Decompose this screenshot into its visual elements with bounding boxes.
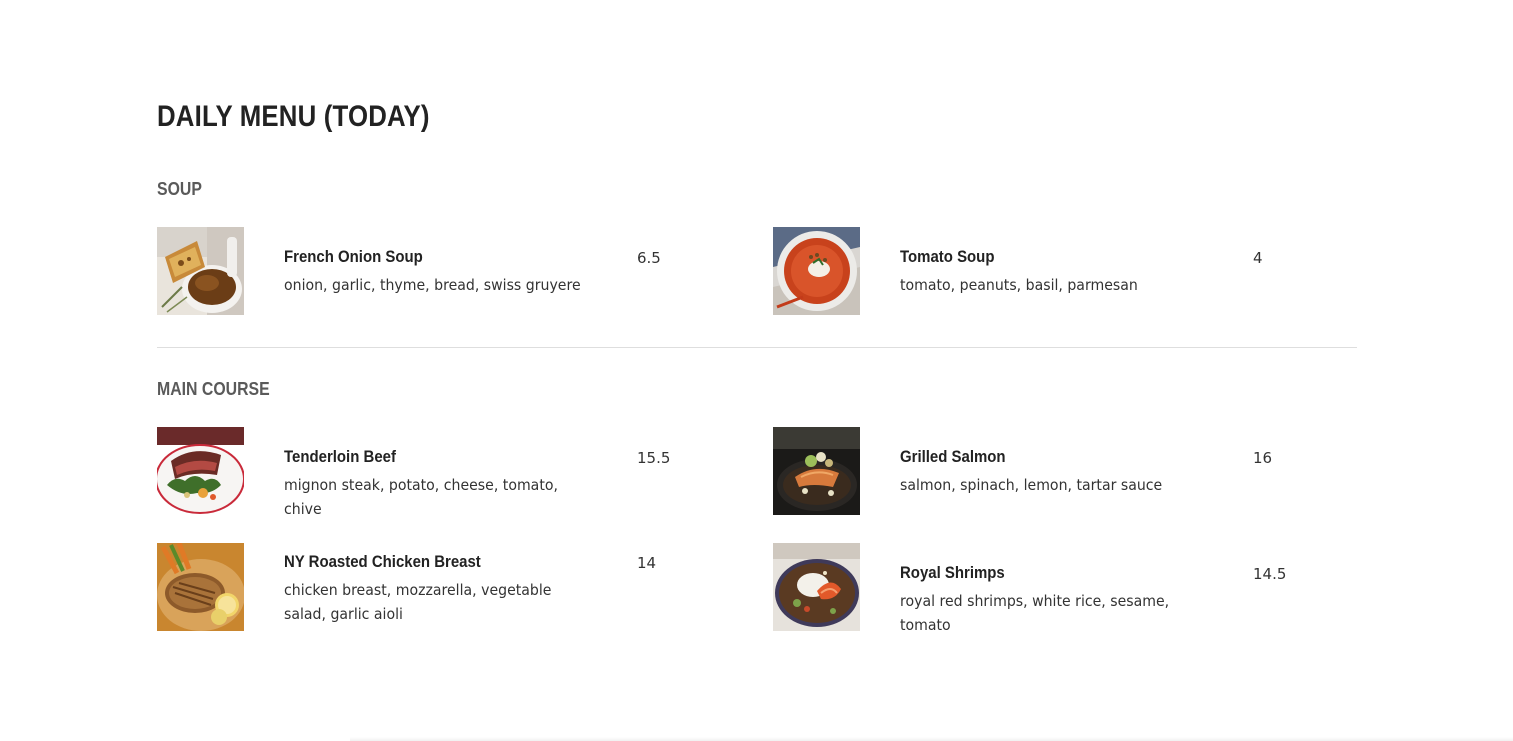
tomato-soup-photo (773, 227, 860, 315)
grilled-salmon-photo (773, 427, 860, 515)
page: DAILY MENU (TODAY) SOUP French Onion Sou… (0, 0, 1513, 741)
item-name: NY Roasted Chicken Breast (284, 552, 481, 571)
item-description: chicken breast, mozzarella, vegetable sa… (284, 581, 552, 623)
item-name: Tomato Soup (900, 247, 995, 266)
section-title-soup: SOUP (157, 179, 202, 199)
menu-item-tenderloin-beef[interactable]: Tenderloin Beef mignon steak, potato, ch… (157, 427, 717, 518)
tenderloin-beef-photo (157, 427, 244, 515)
item-description: mignon steak, potato, cheese, tomato, ch… (284, 476, 558, 518)
french-onion-soup-photo (157, 227, 244, 315)
bottom-edge-shadow (350, 737, 1513, 741)
section-divider (157, 347, 1357, 348)
item-price: 15.5 (637, 449, 671, 467)
item-description: onion, garlic, thyme, bread, swiss gruye… (284, 276, 581, 294)
section-title-main-course: MAIN COURSE (157, 379, 270, 399)
menu-item-french-onion-soup[interactable]: French Onion Soup onion, garlic, thyme, … (157, 227, 717, 317)
menu-item-tomato-soup[interactable]: Tomato Soup tomato, peanuts, basil, parm… (773, 227, 1333, 317)
item-price: 6.5 (637, 249, 661, 267)
menu-title: DAILY MENU (TODAY) (157, 100, 430, 133)
item-name: Grilled Salmon (900, 447, 1006, 466)
item-name: Tenderloin Beef (284, 447, 396, 466)
item-description: salmon, spinach, lemon, tartar sauce (900, 476, 1163, 494)
royal-shrimps-photo (773, 543, 860, 631)
item-price: 16 (1253, 449, 1273, 467)
menu-item-ny-roasted-chicken-breast[interactable]: NY Roasted Chicken Breast chicken breast… (157, 543, 717, 633)
item-price: 14.5 (1253, 565, 1287, 583)
item-price: 14 (637, 554, 657, 572)
roasted-chicken-photo (157, 543, 244, 631)
item-description: royal red shrimps, white rice, sesame, t… (900, 592, 1170, 634)
item-description: tomato, peanuts, basil, parmesan (900, 276, 1138, 294)
menu-item-grilled-salmon[interactable]: Grilled Salmon salmon, spinach, lemon, t… (773, 427, 1333, 517)
item-price: 4 (1253, 249, 1263, 267)
item-name: French Onion Soup (284, 247, 423, 266)
item-name: Royal Shrimps (900, 563, 1005, 582)
menu-item-royal-shrimps[interactable]: Royal Shrimps royal red shrimps, white r… (773, 543, 1333, 634)
